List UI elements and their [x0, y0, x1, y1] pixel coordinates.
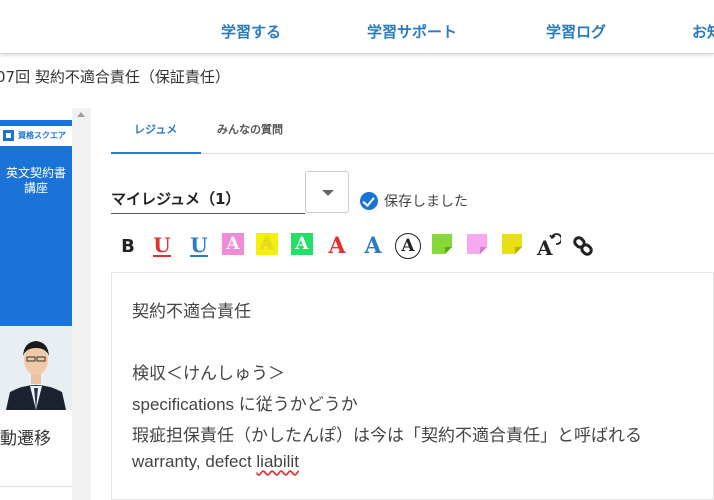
text-blue-button[interactable]: A: [361, 233, 385, 259]
tab-resume[interactable]: レジュメ: [134, 121, 177, 137]
svg-text:A: A: [536, 236, 553, 259]
note-yellow-icon[interactable]: [501, 233, 523, 255]
course-thumbnail[interactable]: 資格スクエア 英文契約書 講座: [0, 120, 72, 410]
scrollbar[interactable]: [72, 108, 91, 500]
resume-select-value: マイレジュメ（1）: [111, 190, 241, 208]
brand-logo: 資格スクエア: [0, 126, 72, 146]
save-status: 保存しました: [360, 191, 468, 211]
active-tab-indicator: [111, 152, 201, 154]
resume-select[interactable]: マイレジュメ（1）: [111, 174, 305, 214]
nav-notice[interactable]: お知: [692, 21, 714, 42]
underline-blue-button[interactable]: U: [188, 233, 210, 259]
note-pink-icon[interactable]: [466, 233, 488, 255]
circled-text-button[interactable]: A: [395, 233, 421, 259]
editor-line: 検収＜けんしゅう＞: [132, 364, 285, 383]
instructor-photo: [0, 326, 72, 410]
highlight-yellow-button[interactable]: A: [256, 233, 278, 255]
chevron-down-icon: [322, 190, 334, 196]
check-circle-icon: [360, 192, 378, 210]
nav-study[interactable]: 学習する: [221, 21, 281, 42]
underline-red-button[interactable]: U: [151, 233, 173, 259]
nav-log[interactable]: 学習ログ: [546, 21, 606, 42]
divider: [0, 486, 72, 487]
scroll-up-icon[interactable]: [77, 112, 85, 117]
lecture-title: 07回 契約不適合責任（保証責任）: [0, 68, 230, 86]
nav-support[interactable]: 学習サポート: [367, 21, 457, 42]
link-icon[interactable]: [570, 233, 596, 259]
course-title: 英文契約書 講座: [5, 166, 66, 195]
tab-questions[interactable]: みんなの質問: [217, 121, 283, 137]
highlight-pink-button[interactable]: A: [222, 233, 244, 255]
resume-editor[interactable]: 契約不適合責任 検収＜けんしゅう＞ specifications に従うかどうか…: [111, 272, 714, 500]
highlight-green-button[interactable]: A: [291, 233, 313, 255]
clear-format-icon[interactable]: A: [535, 233, 561, 259]
editor-line: specifications に従うかどうか: [132, 395, 358, 414]
resume-dropdown-button[interactable]: [305, 171, 349, 213]
lecture-list: 資格スクエア 英文契約書 講座 動遷移: [0, 108, 72, 500]
editor-line-last: warranty, defect liabilit: [132, 452, 299, 471]
editor-line: 瑕疵担保責任（かしたんぽ）は今は「契約不適合責任」と呼ばれる: [132, 426, 642, 445]
text-red-button[interactable]: A: [325, 233, 349, 259]
logo-square-icon: [3, 130, 14, 141]
lecture-label[interactable]: 動遷移: [0, 424, 51, 449]
note-green-icon[interactable]: [431, 233, 453, 255]
top-navigation: 学習する 学習サポート 学習ログ お知: [0, 0, 714, 54]
bold-button[interactable]: B: [120, 233, 136, 259]
tab-bar: レジュメ みんなの質問: [111, 108, 714, 154]
misspelled-word: liabilit: [256, 452, 299, 471]
editor-line: 契約不適合責任: [132, 302, 251, 321]
